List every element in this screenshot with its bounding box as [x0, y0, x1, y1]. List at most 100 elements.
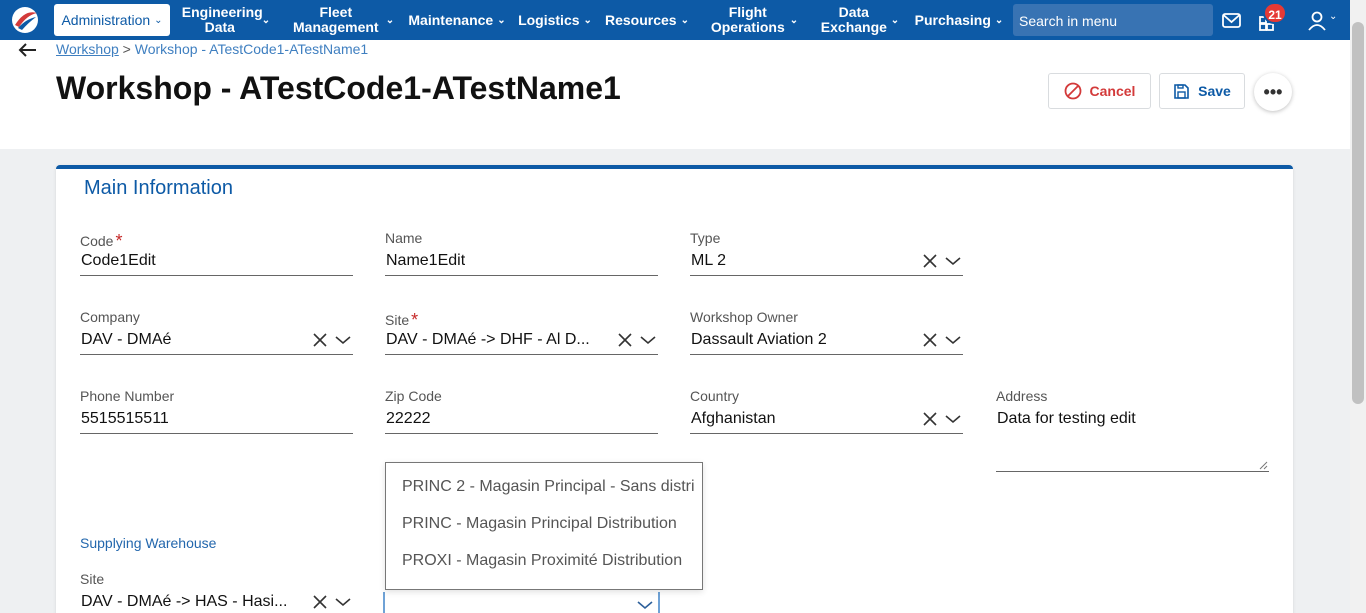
site-label: Site *: [385, 310, 419, 330]
chevron-down-icon: ⌄: [154, 14, 163, 26]
supplying-site-field: Site DAV - DMAé -> HAS - Hasi...: [80, 571, 353, 613]
supplying-warehouse-title: Supplying Warehouse: [80, 535, 217, 551]
site-field: Site * DAV - DMAé -> DHF - Al D...: [385, 309, 658, 355]
nav-item-engineering-data[interactable]: Engineering Data ⌄: [180, 0, 272, 40]
cancel-icon: [1064, 82, 1081, 100]
page-title: Workshop - ATestCode1-ATestName1: [56, 70, 621, 106]
chevron-down-icon[interactable]: [335, 597, 351, 607]
phone-number-input[interactable]: 5515515511: [80, 406, 353, 434]
nav-item-logistics[interactable]: Logistics ⌄: [518, 0, 592, 40]
chevron-down-icon: ⌄: [385, 14, 395, 26]
nav-item-label: Flight Operations: [710, 4, 785, 35]
breadcrumb: Workshop > Workshop - ATestCode1-ATestNa…: [56, 41, 368, 57]
chevron-down-icon[interactable]: [640, 335, 656, 345]
nav-item-label: Engineering Data: [181, 4, 263, 35]
chevron-down-icon: ⌄: [789, 14, 799, 26]
resize-grip-icon[interactable]: [1258, 460, 1268, 470]
top-navigation-bar: Administration ⌄ Engineering Data ⌄ Flee…: [0, 0, 1366, 40]
breadcrumb-link-workshop[interactable]: Workshop: [56, 41, 119, 57]
mail-icon[interactable]: [1221, 10, 1243, 32]
clear-icon[interactable]: [923, 254, 937, 268]
zip-code-input[interactable]: 22222: [385, 406, 658, 434]
address-label: Address: [996, 388, 1048, 404]
save-button[interactable]: Save: [1159, 73, 1245, 109]
phone-number-label: Phone Number: [80, 388, 175, 404]
address-field: Address Data for testing edit: [996, 388, 1269, 472]
nav-item-resources[interactable]: Resources ⌄: [604, 0, 690, 40]
nav-item-label: Data Exchange: [820, 4, 887, 35]
name-field: Name Name1Edit: [385, 230, 658, 276]
clear-icon[interactable]: [313, 333, 327, 347]
nav-item-label: Logistics: [518, 11, 580, 28]
name-label: Name: [385, 230, 423, 246]
save-button-label: Save: [1198, 83, 1231, 99]
nav-item-label: Maintenance: [408, 11, 494, 28]
dropdown-option[interactable]: PRINC 2 - Magasin Principal - Sans distr…: [386, 468, 702, 505]
cancel-button-label: Cancel: [1089, 83, 1136, 99]
more-options-button[interactable]: •••: [1254, 73, 1292, 111]
chevron-down-icon: ⌄: [994, 14, 1004, 26]
cancel-button[interactable]: Cancel: [1048, 73, 1151, 109]
breadcrumb-separator: >: [122, 41, 131, 57]
more-horizontal-icon: •••: [1263, 81, 1283, 102]
country-field: Country Afghanistan: [690, 388, 963, 434]
dropdown-option[interactable]: PROXI - Magasin Proximité Distribution: [386, 542, 702, 579]
scrollbar-thumb[interactable]: [1352, 22, 1364, 404]
nav-item-purchasing[interactable]: Purchasing ⌄: [914, 0, 1004, 40]
chevron-down-icon[interactable]: [637, 600, 653, 610]
workshop-owner-field: Workshop Owner Dassault Aviation 2: [690, 309, 963, 355]
zip-code-label: Zip Code: [385, 388, 442, 404]
chevron-down-icon[interactable]: [945, 256, 961, 266]
chevron-down-icon: ⌄: [890, 14, 900, 26]
chevron-down-icon: ⌄: [261, 14, 271, 26]
clear-icon[interactable]: [313, 595, 327, 609]
type-field: Type ML 2: [690, 230, 963, 276]
address-textarea[interactable]: Data for testing edit: [996, 406, 1269, 472]
arrow-left-icon[interactable]: [18, 42, 38, 58]
logo-icon[interactable]: [10, 5, 40, 35]
type-select[interactable]: ML 2: [690, 248, 963, 276]
workshop-owner-label: Workshop Owner: [690, 309, 798, 325]
supplying-site-label: Site: [80, 571, 105, 587]
phone-number-field: Phone Number 5515515511: [80, 388, 353, 434]
chevron-down-icon[interactable]: [945, 335, 961, 345]
code-field: Code * Code1Edit: [80, 230, 353, 276]
chevron-down-icon[interactable]: [945, 414, 961, 424]
nav-item-label: Administration: [61, 11, 151, 28]
section-title: Main Information: [84, 177, 233, 199]
user-icon[interactable]: [1306, 10, 1328, 32]
company-select[interactable]: DAV - DMAé: [80, 327, 353, 355]
chevron-down-icon[interactable]: ⌄: [1329, 11, 1337, 22]
clear-icon[interactable]: [618, 333, 632, 347]
name-input[interactable]: Name1Edit: [385, 248, 658, 276]
page-header: Workshop > Workshop - ATestCode1-ATestNa…: [0, 40, 1350, 149]
chevron-down-icon: ⌄: [583, 14, 592, 26]
supplying-site-select[interactable]: DAV - DMAé -> HAS - Hasi...: [80, 589, 353, 613]
site-select[interactable]: DAV - DMAé -> DHF - Al D...: [385, 327, 658, 355]
nav-item-maintenance[interactable]: Maintenance ⌄: [404, 0, 510, 40]
code-input[interactable]: Code1Edit: [80, 248, 353, 276]
breadcrumb-current: Workshop - ATestCode1-ATestName1: [134, 41, 369, 57]
notification-count-badge: 21: [1263, 2, 1287, 24]
dropdown-option[interactable]: PRINC - Magasin Principal Distribution: [386, 505, 702, 542]
nav-item-fleet-management[interactable]: Fleet Management ⌄: [288, 0, 396, 40]
nav-item-flight-operations[interactable]: Flight Operations ⌄: [708, 0, 800, 40]
menu-search-input[interactable]: Search in menu: [1013, 4, 1213, 36]
country-select[interactable]: Afghanistan: [690, 406, 963, 434]
nav-item-administration[interactable]: Administration ⌄: [54, 4, 170, 36]
company-label: Company: [80, 309, 140, 325]
nav-item-data-exchange[interactable]: Data Exchange ⌄: [818, 0, 902, 40]
chevron-down-icon[interactable]: [335, 335, 351, 345]
type-label: Type: [690, 230, 721, 246]
clear-icon[interactable]: [923, 333, 937, 347]
clear-icon[interactable]: [923, 412, 937, 426]
warehouse-dropdown-list: PRINC 2 - Magasin Principal - Sans distr…: [385, 462, 703, 590]
nav-item-label: Purchasing: [914, 11, 991, 28]
chevron-down-icon: ⌄: [680, 14, 689, 26]
zip-code-field: Zip Code 22222: [385, 388, 658, 434]
company-field: Company DAV - DMAé: [80, 309, 353, 355]
warehouse-select[interactable]: [383, 592, 660, 613]
workshop-owner-select[interactable]: Dassault Aviation 2: [690, 327, 963, 355]
code-label: Code *: [80, 231, 123, 251]
nav-item-label: Resources: [605, 11, 677, 28]
